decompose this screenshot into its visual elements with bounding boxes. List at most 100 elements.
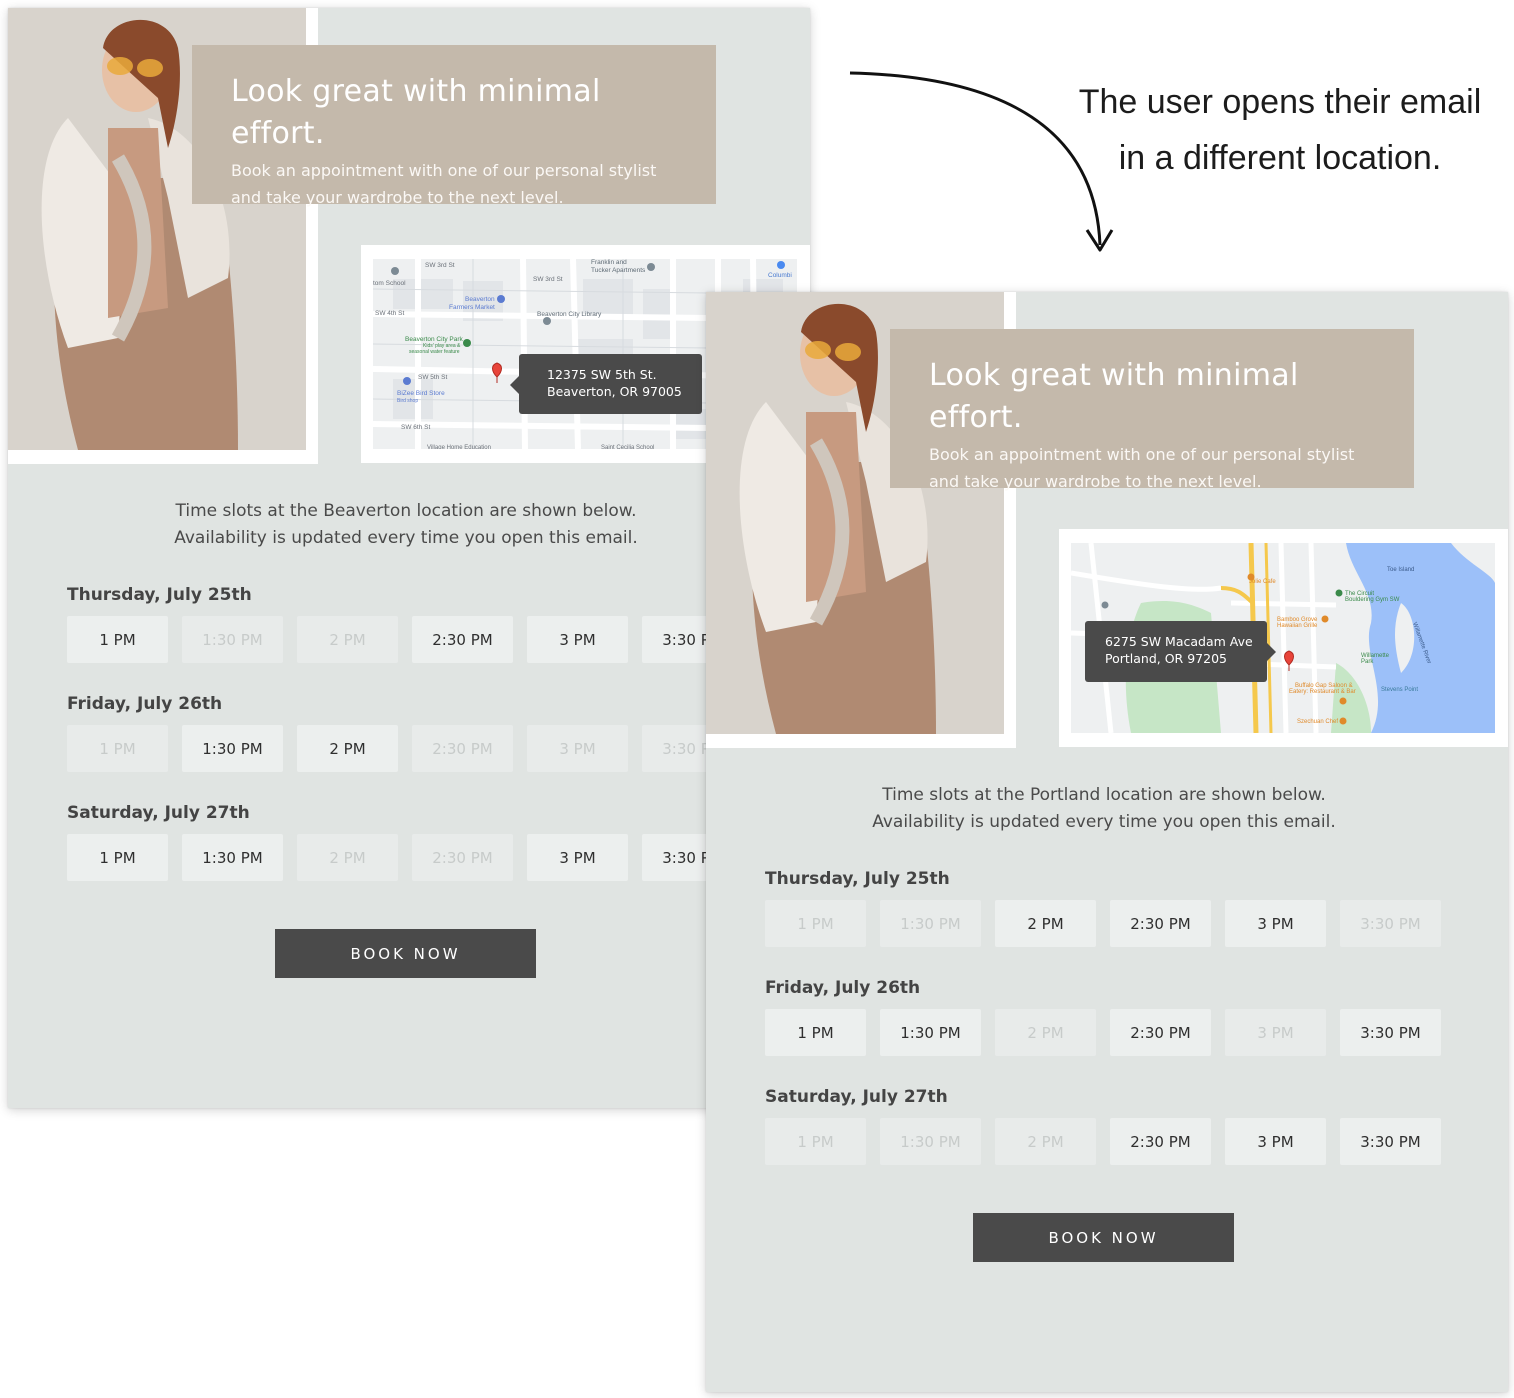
day-group: Saturday, July 27th 1 PM 1:30 PM 2 PM 2:30 P… xyxy=(67,798,757,907)
book-now-button[interactable]: BOOK NOW xyxy=(275,929,536,978)
time-slot-unavailable: 2:30 PM xyxy=(412,725,513,772)
svg-text:Columbi: Columbi xyxy=(768,272,792,279)
day-label: Saturday, July 27th xyxy=(765,1087,948,1107)
day-label: Friday, July 26th xyxy=(67,694,223,714)
address-callout: 12375 SW 5th St. Beaverton, OR 97005 xyxy=(510,354,702,414)
svg-text:Saint Cecilia School: Saint Cecilia School xyxy=(601,445,654,449)
svg-text:Eatery: Restaurant & Bar: Eatery: Restaurant & Bar xyxy=(1289,689,1356,695)
time-slot-unavailable: 2 PM xyxy=(995,1118,1096,1165)
time-slot-unavailable: 3 PM xyxy=(1225,1009,1326,1056)
day-group: Thursday, July 25th 1 PM 1:30 PM 2 PM 2:30 P… xyxy=(67,580,757,689)
time-slot-button[interactable]: 2:30 PM xyxy=(1110,900,1211,947)
time-slot-unavailable: 3 PM xyxy=(527,725,628,772)
svg-text:Beaverton City Park: Beaverton City Park xyxy=(405,336,464,343)
time-slot-unavailable: 1:30 PM xyxy=(880,900,981,947)
svg-text:Village Home Education: Village Home Education xyxy=(427,445,491,449)
svg-text:Tucker Apartments: Tucker Apartments xyxy=(591,267,646,274)
hero-title: Look great with minimal effort. xyxy=(231,74,601,151)
svg-text:Jolie Cafe: Jolie Cafe xyxy=(1249,579,1276,585)
hero-subtitle: Book an appointment with one of our pers… xyxy=(231,157,678,211)
callout-pointer xyxy=(510,376,519,394)
day-group: Friday, July 26th 1 PM 1:30 PM 2 PM 2:30 PM 3… xyxy=(765,973,1455,1082)
svg-text:Beaverton City Library: Beaverton City Library xyxy=(537,311,602,318)
address-line-1: 6275 SW Macadam Ave xyxy=(1105,634,1253,649)
svg-text:Hawaiian Grille: Hawaiian Grille xyxy=(1277,623,1318,629)
time-slot-button[interactable]: 2:30 PM xyxy=(1110,1009,1211,1056)
time-slot-unavailable: 1 PM xyxy=(765,1118,866,1165)
svg-text:Szechuan Chef: Szechuan Chef xyxy=(1297,719,1338,725)
day-group: Friday, July 26th 1 PM 1:30 PM 2 PM 2:30 PM 3… xyxy=(67,689,757,798)
location-info: Time slots at the Portland location are … xyxy=(706,782,1502,836)
time-slot-row: 1 PM 1:30 PM 2 PM 2:30 PM 3 PM 3:30 PM xyxy=(765,900,1455,947)
svg-text:Park: Park xyxy=(1361,659,1374,665)
day-list: Thursday, July 25th 1 PM 1:30 PM 2 PM 2:30 P… xyxy=(765,864,1455,1191)
svg-text:tom School: tom School xyxy=(373,280,406,287)
address-line-2: Beaverton, OR 97005 xyxy=(547,384,682,399)
time-slot-row: 1 PM 1:30 PM 2 PM 2:30 PM 3 PM 3:30 PM xyxy=(67,834,757,881)
svg-text:SW 4th St: SW 4th St xyxy=(375,310,404,317)
svg-text:Stevens Point: Stevens Point xyxy=(1381,687,1418,693)
time-slot-unavailable: 1 PM xyxy=(765,900,866,947)
address-line-1: 12375 SW 5th St. xyxy=(547,367,657,382)
time-slot-button[interactable]: 1 PM xyxy=(765,1009,866,1056)
time-slot-unavailable: 3:30 PM xyxy=(1340,900,1441,947)
day-group: Thursday, July 25th 1 PM 1:30 PM 2 PM 2:30 P… xyxy=(765,864,1455,973)
day-list: Thursday, July 25th 1 PM 1:30 PM 2 PM 2:30 P… xyxy=(67,580,757,907)
time-slot-button[interactable]: 1:30 PM xyxy=(880,1009,981,1056)
day-label: Thursday, July 25th xyxy=(67,585,252,605)
time-slot-unavailable: 2 PM xyxy=(297,834,398,881)
svg-text:Farmers Market: Farmers Market xyxy=(449,304,495,311)
time-slot-button[interactable]: 2:30 PM xyxy=(1110,1118,1211,1165)
email-card-beaverton: Look great with minimal effort. Book an … xyxy=(8,8,810,1108)
address-line-2: Portland, OR 97205 xyxy=(1105,651,1227,666)
time-slot-row: 1 PM 1:30 PM 2 PM 2:30 PM 3 PM 3:30 PM xyxy=(765,1118,1455,1165)
time-slot-button[interactable]: 3:30 PM xyxy=(1340,1009,1441,1056)
time-slot-unavailable: 1 PM xyxy=(67,725,168,772)
time-slot-unavailable: 2 PM xyxy=(995,1009,1096,1056)
info-line-1: Time slots at the Beaverton location are… xyxy=(175,501,637,521)
hero-banner: Look great with minimal effort. Book an … xyxy=(192,45,716,207)
svg-text:Beaverton: Beaverton xyxy=(465,296,495,303)
svg-text:Bouldering Gym SW: Bouldering Gym SW xyxy=(1345,597,1400,603)
time-slot-button[interactable]: 3 PM xyxy=(527,834,628,881)
time-slot-button[interactable]: 2 PM xyxy=(995,900,1096,947)
svg-text:SW 3rd St: SW 3rd St xyxy=(425,262,455,269)
time-slot-button[interactable]: 2 PM xyxy=(297,725,398,772)
time-slot-button[interactable]: 1 PM xyxy=(67,834,168,881)
svg-text:Franklin and: Franklin and xyxy=(591,259,627,266)
time-slot-button[interactable]: 3:30 PM xyxy=(1340,1118,1441,1165)
hero-banner: Look great with minimal effort. Book an … xyxy=(890,329,1414,491)
curved-arrow-icon xyxy=(849,71,1114,252)
book-now-button[interactable]: BOOK NOW xyxy=(973,1213,1234,1262)
time-slot-row: 1 PM 1:30 PM 2 PM 2:30 PM 3 PM 3:30 PM xyxy=(67,616,757,663)
hero-subtitle-line-1: Book an appointment with one of our pers… xyxy=(929,445,1355,464)
hero-subtitle-line-1: Book an appointment with one of our pers… xyxy=(231,161,657,180)
time-slot-button[interactable]: 3 PM xyxy=(1225,900,1326,947)
time-slot-unavailable: 2:30 PM xyxy=(412,834,513,881)
svg-text:SW 3rd St: SW 3rd St xyxy=(533,276,563,283)
svg-text:Toe Island: Toe Island xyxy=(1387,567,1414,573)
hero-subtitle-line-2: and take your wardrobe to the next level… xyxy=(231,188,564,207)
hero-title: Look great with minimal effort. xyxy=(929,358,1299,435)
hero-subtitle-line-2: and take your wardrobe to the next level… xyxy=(929,472,1262,491)
svg-text:BiZee Bird Store: BiZee Bird Store xyxy=(397,390,445,397)
time-slot-button[interactable]: 3 PM xyxy=(527,616,628,663)
info-line-1: Time slots at the Portland location are … xyxy=(882,785,1326,805)
hero-subtitle: Book an appointment with one of our pers… xyxy=(929,441,1376,495)
time-slot-row: 1 PM 1:30 PM 2 PM 2:30 PM 3 PM 3:30 PM xyxy=(765,1009,1455,1056)
time-slot-button[interactable]: 1:30 PM xyxy=(182,725,283,772)
info-line-2: Availability is updated every time you o… xyxy=(174,528,638,548)
time-slot-button[interactable]: 3 PM xyxy=(1225,1118,1326,1165)
time-slot-button[interactable]: 1 PM xyxy=(67,616,168,663)
location-map[interactable]: Jolie Cafe The Circuit Bouldering Gym SW… xyxy=(1071,543,1495,733)
day-group: Saturday, July 27th 1 PM 1:30 PM 2 PM 2:30 P… xyxy=(765,1082,1455,1191)
day-label: Friday, July 26th xyxy=(765,978,921,998)
map-frame: Jolie Cafe The Circuit Bouldering Gym SW… xyxy=(1059,529,1508,747)
time-slot-button[interactable]: 2:30 PM xyxy=(412,616,513,663)
address-callout: 6275 SW Macadam Ave Portland, OR 97205 xyxy=(1085,621,1276,682)
time-slot-unavailable: 1:30 PM xyxy=(182,616,283,663)
callout-pointer xyxy=(1267,643,1276,661)
email-card-portland: Look great with minimal effort. Book an … xyxy=(706,292,1508,1392)
time-slot-button[interactable]: 1:30 PM xyxy=(182,834,283,881)
svg-text:seasonal water feature: seasonal water feature xyxy=(409,349,460,355)
